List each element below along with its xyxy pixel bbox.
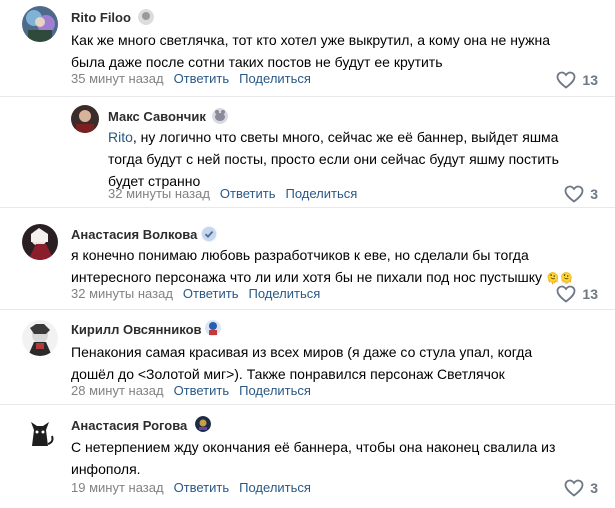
- share-button[interactable]: Поделиться: [248, 286, 320, 301]
- comment-text: Rito, ну логично что светы много, сейчас…: [108, 129, 559, 189]
- avatar[interactable]: [22, 416, 58, 452]
- avatar[interactable]: [71, 105, 99, 133]
- comment-text: Пенакония самая красивая из всех миров (…: [71, 344, 533, 382]
- like-button[interactable]: 13: [556, 71, 598, 89]
- comment-time[interactable]: 32 минуты назад: [71, 286, 173, 301]
- verified-check-icon: [201, 226, 217, 242]
- author-badge-icon: [205, 320, 221, 336]
- comment-item: Анастасия Рогова С нетерпением жду оконч…: [0, 405, 615, 508]
- share-button[interactable]: Поделиться: [285, 186, 357, 201]
- comment-meta: 35 минут назад Ответить Поделиться: [71, 71, 311, 86]
- like-button[interactable]: 13: [556, 285, 598, 303]
- author-badge-icon: [138, 9, 154, 25]
- comment-time[interactable]: 19 минут назад: [71, 480, 164, 495]
- comment-meta: 32 минуты назад Ответить Поделиться: [71, 286, 320, 301]
- reply-button[interactable]: Ответить: [183, 286, 239, 301]
- comment-reply: Макс Савончик Rito, ну логично что светы…: [0, 97, 615, 208]
- heart-outline-icon: [564, 479, 584, 497]
- reply-button[interactable]: Ответить: [174, 383, 230, 398]
- share-button[interactable]: Поделиться: [239, 383, 311, 398]
- comment-item: Rito Filoo Как же много светлячка, тот к…: [0, 0, 615, 97]
- share-button[interactable]: Поделиться: [239, 71, 311, 86]
- comment-author[interactable]: Макс Савончик: [108, 109, 206, 124]
- comment-text: Как же много светлячка, тот кто хотел уж…: [71, 32, 550, 70]
- avatar[interactable]: [22, 320, 58, 356]
- comment-meta: 32 минуты назад Ответить Поделиться: [108, 186, 357, 201]
- text-emoji: 🫠🫠: [545, 273, 574, 285]
- like-count: 13: [582, 286, 598, 302]
- author-badge-icon: [195, 416, 211, 432]
- author-badge-icon: [212, 108, 228, 124]
- comment-author[interactable]: Rito Filoo: [71, 10, 131, 25]
- comment-meta: 28 минут назад Ответить Поделиться: [71, 383, 311, 398]
- reply-button[interactable]: Ответить: [220, 186, 276, 201]
- comment-meta: 19 минут назад Ответить Поделиться: [71, 480, 311, 495]
- comment-time[interactable]: 32 минуты назад: [108, 186, 210, 201]
- like-count: 13: [582, 72, 598, 88]
- avatar[interactable]: [22, 224, 58, 260]
- like-button[interactable]: 3: [564, 185, 598, 203]
- comment-text: С нетерпением жду окончания её баннера, …: [71, 439, 556, 477]
- comment-item: Анастасия Волкова я конечно понимаю любо…: [0, 208, 615, 310]
- reply-button[interactable]: Ответить: [174, 71, 230, 86]
- heart-outline-icon: [564, 185, 584, 203]
- comment-item: Кирилл Овсянников Пенакония самая красив…: [0, 310, 615, 405]
- comment-time[interactable]: 35 минут назад: [71, 71, 164, 86]
- heart-outline-icon: [557, 285, 576, 303]
- like-count: 3: [590, 186, 598, 202]
- comment-author[interactable]: Анастасия Волкова: [71, 227, 197, 242]
- like-count: 3: [590, 480, 598, 496]
- comment-author[interactable]: Кирилл Овсянников: [71, 322, 202, 337]
- comment-author[interactable]: Анастасия Рогова: [71, 418, 187, 433]
- avatar[interactable]: [22, 6, 58, 42]
- comment-text: я конечно понимаю любовь разработчиков к…: [71, 247, 574, 285]
- reply-button[interactable]: Ответить: [174, 480, 230, 495]
- heart-outline-icon: [557, 71, 576, 89]
- reply-mention[interactable]: Rito: [108, 129, 133, 145]
- comment-time[interactable]: 28 минут назад: [71, 383, 164, 398]
- share-button[interactable]: Поделиться: [239, 480, 311, 495]
- like-button[interactable]: 3: [564, 479, 598, 497]
